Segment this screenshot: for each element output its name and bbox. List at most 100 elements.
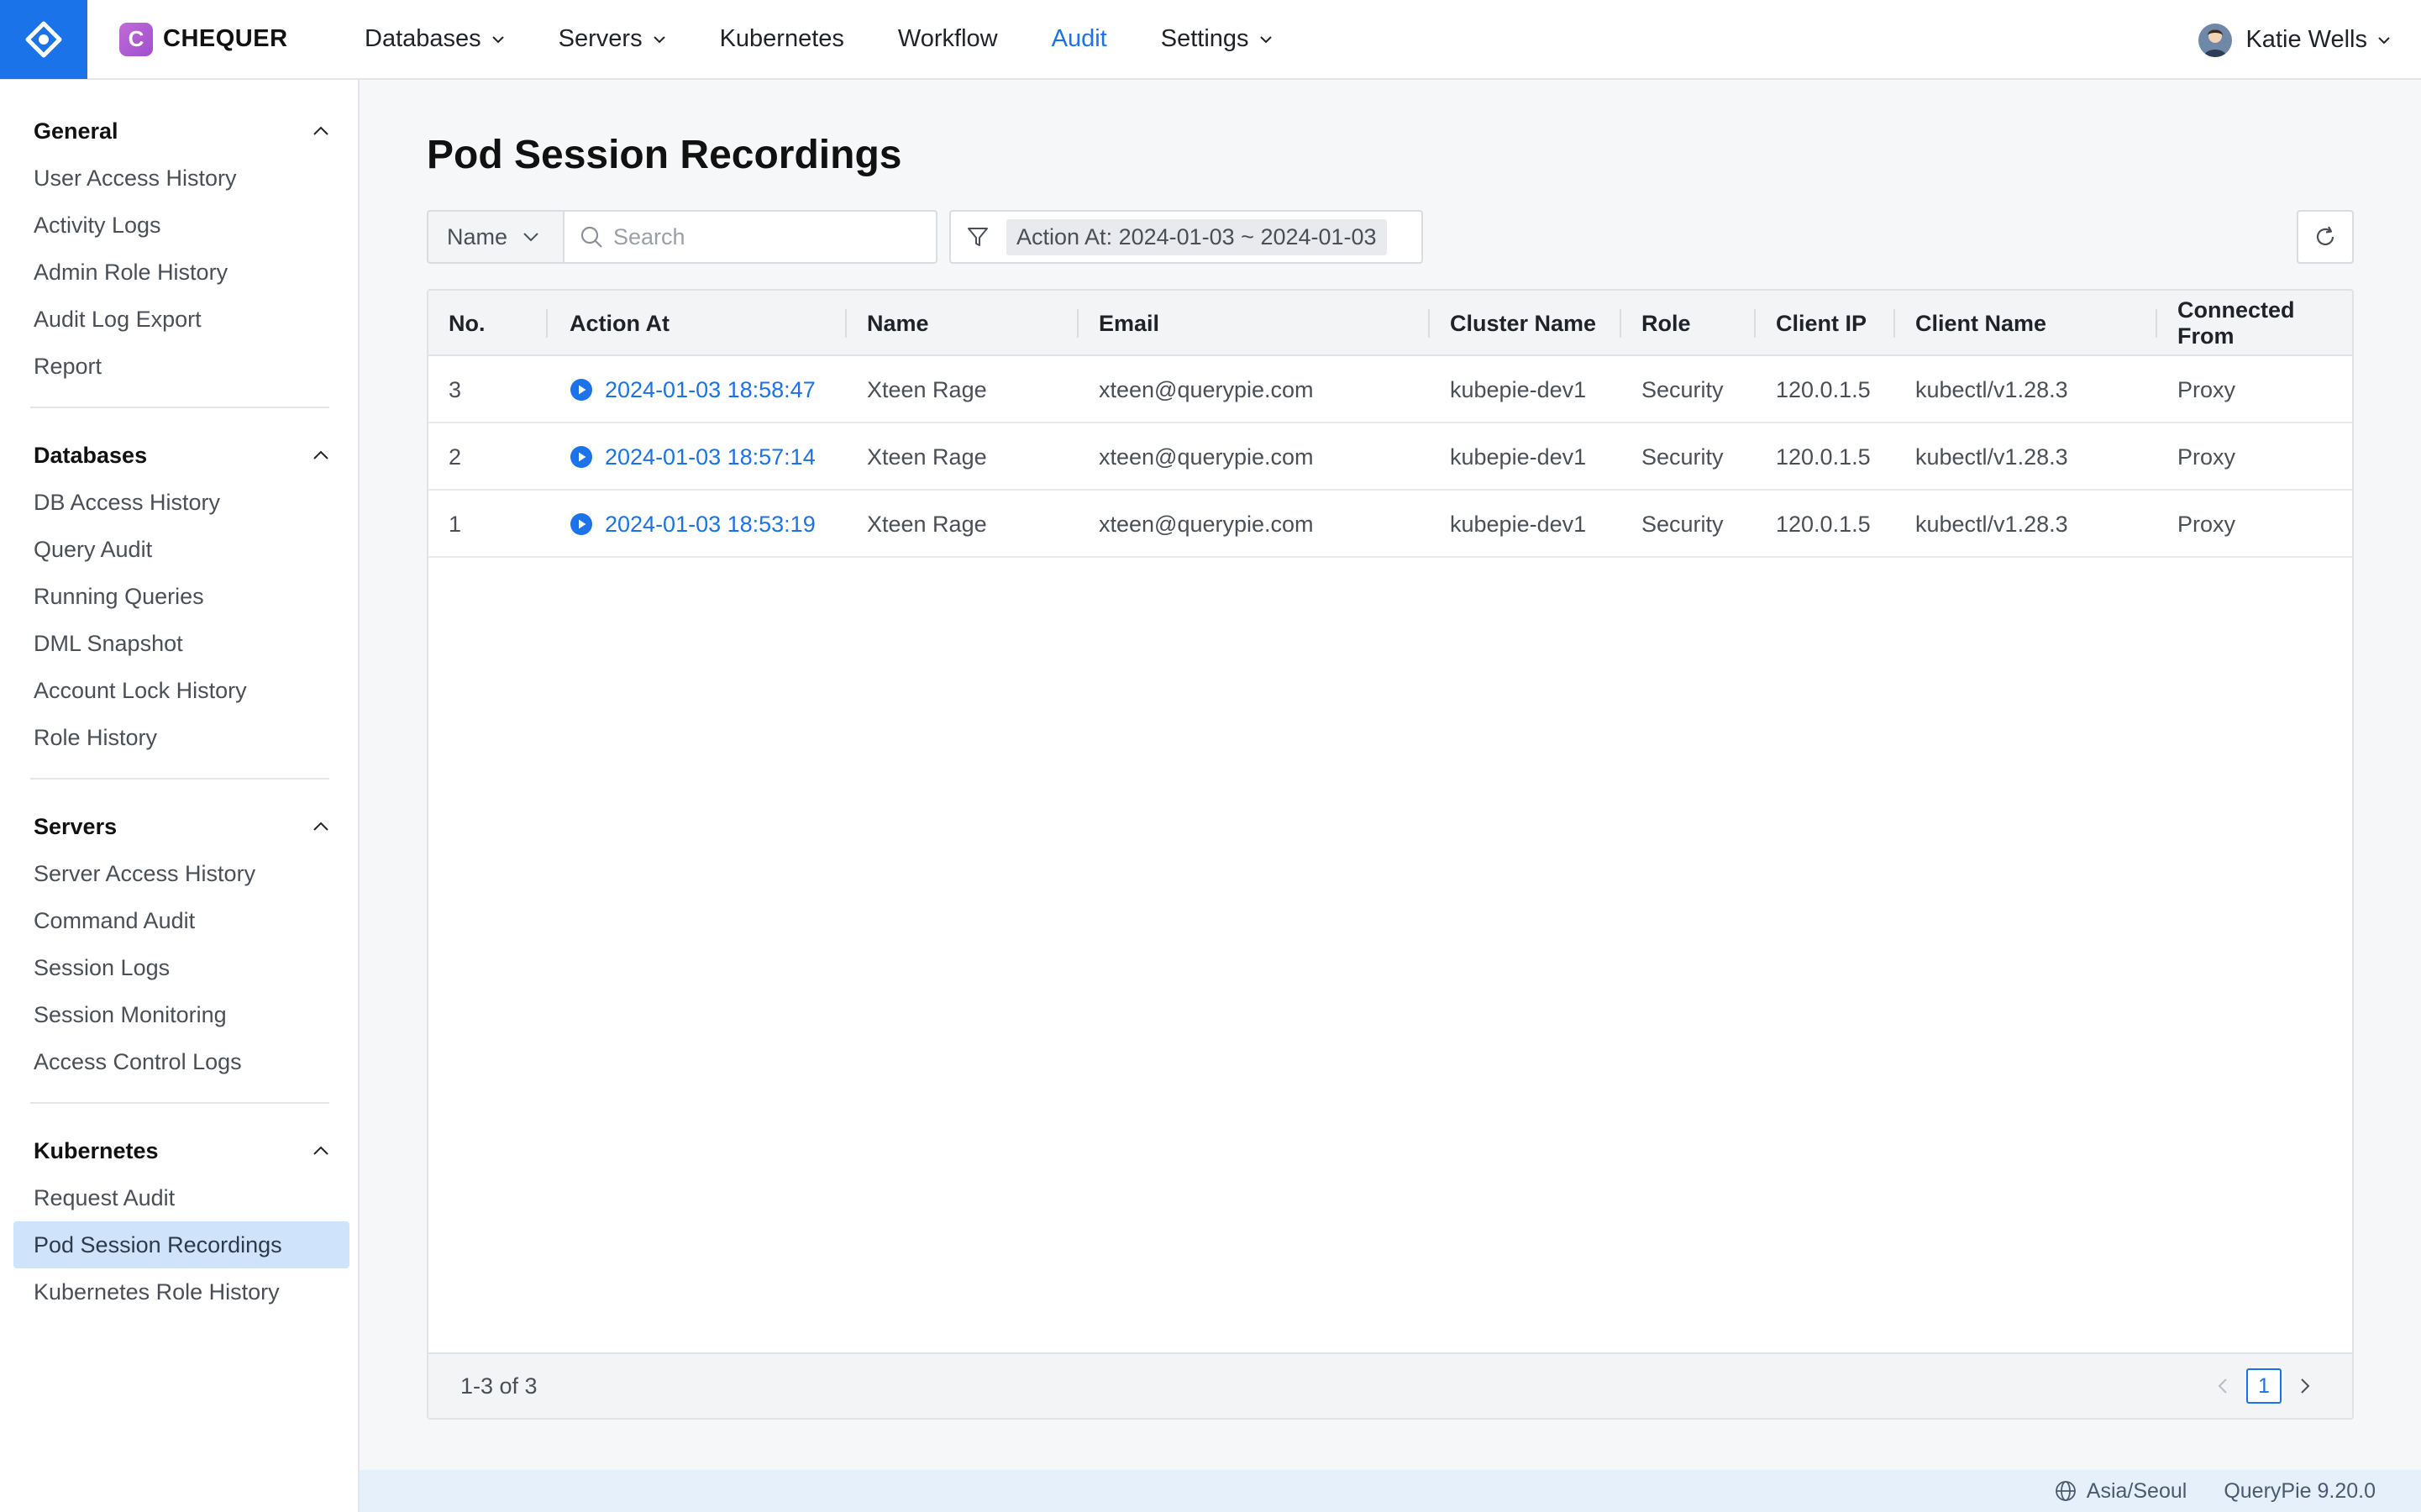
sidebar-divider <box>30 1102 329 1104</box>
column-divider[interactable] <box>2156 309 2157 338</box>
nav-databases-label: Databases <box>365 25 481 52</box>
nav-workflow[interactable]: Workflow <box>898 0 998 79</box>
table-row[interactable]: 2 2024-01-03 18:57:14 Xteen Rage xteen@q… <box>428 423 2352 491</box>
column-header-name[interactable]: Name <box>867 291 929 356</box>
chevron-down-icon <box>523 232 539 242</box>
sidebar-divider <box>30 778 329 780</box>
sidebar-item-audit-log-export[interactable]: Audit Log Export <box>34 296 329 343</box>
sidebar-item-report[interactable]: Report <box>34 343 329 390</box>
sidebar-item-server-access-history[interactable]: Server Access History <box>34 850 329 897</box>
nav-servers[interactable]: Servers <box>559 0 666 79</box>
column-divider[interactable] <box>1428 309 1430 338</box>
column-header-cluster-name[interactable]: Cluster Name <box>1450 291 1596 356</box>
sidebar-section-databases: Databases DB Access History Query Audit … <box>0 432 358 761</box>
sidebar-item-query-audit[interactable]: Query Audit <box>34 526 329 573</box>
recordings-table: No. Action At Name Email Cluster Name Ro… <box>427 289 2354 1420</box>
sidebar-item-session-logs[interactable]: Session Logs <box>34 944 329 991</box>
column-divider[interactable] <box>1754 309 1756 338</box>
sidebar-item-session-monitoring[interactable]: Session Monitoring <box>34 991 329 1038</box>
sidebar-item-command-audit[interactable]: Command Audit <box>34 897 329 944</box>
sidebar-item-account-lock-history[interactable]: Account Lock History <box>34 667 329 714</box>
column-header-client-name[interactable]: Client Name <box>1915 291 2046 356</box>
nav-kubernetes[interactable]: Kubernetes <box>720 0 844 79</box>
cell-client-ip: 120.0.1.5 <box>1776 444 1871 470</box>
table-row[interactable]: 1 2024-01-03 18:53:19 Xteen Rage xteen@q… <box>428 491 2352 558</box>
sidebar-section-header-servers[interactable]: Servers <box>34 803 329 850</box>
pagination: 1 <box>2206 1368 2322 1404</box>
cell-role: Security <box>1641 444 1724 470</box>
sidebar-section-header-databases[interactable]: Databases <box>34 432 329 479</box>
nav-databases[interactable]: Databases <box>365 0 505 79</box>
sidebar-item-user-access-history[interactable]: User Access History <box>34 155 329 202</box>
cell-name: Xteen Rage <box>867 511 987 537</box>
sidebar-divider <box>30 407 329 408</box>
chevron-right-icon <box>2301 1378 2310 1394</box>
next-page-button[interactable] <box>2288 1369 2322 1403</box>
play-icon <box>570 445 593 469</box>
sidebar-section-title: Servers <box>34 813 118 839</box>
sidebar-item-pod-session-recordings[interactable]: Pod Session Recordings <box>13 1221 349 1268</box>
workspace-brand[interactable]: C CHEQUER <box>119 22 365 56</box>
sidebar-section-title: Databases <box>34 442 148 468</box>
column-divider[interactable] <box>546 309 548 338</box>
avatar <box>2198 23 2233 57</box>
cell-role: Security <box>1641 376 1724 402</box>
cell-action-at-link[interactable]: 2024-01-03 18:58:47 <box>570 356 816 423</box>
search-field-select[interactable]: Name <box>427 210 565 264</box>
sidebar-item-running-queries[interactable]: Running Queries <box>34 573 329 620</box>
sidebar-item-access-control-logs[interactable]: Access Control Logs <box>34 1038 329 1085</box>
cell-client-name: kubectl/v1.28.3 <box>1915 444 2068 470</box>
sidebar-item-kubernetes-role-history[interactable]: Kubernetes Role History <box>34 1268 329 1315</box>
chevron-left-icon <box>2218 1378 2227 1394</box>
cell-no: 2 <box>449 444 462 470</box>
column-header-action-at[interactable]: Action At <box>570 291 670 356</box>
table-row[interactable]: 3 2024-01-03 18:58:47 Xteen Rage xteen@q… <box>428 356 2352 423</box>
column-header-connected-from[interactable]: Connected From <box>2177 291 2352 356</box>
toolbar: Name Action At: 2024-01-03 ~ 2024-01-03 <box>427 210 2354 264</box>
cell-email: xteen@querypie.com <box>1099 376 1314 402</box>
cell-action-at-link[interactable]: 2024-01-03 18:53:19 <box>570 491 816 558</box>
filter-chip-action-at[interactable]: Action At: 2024-01-03 ~ 2024-01-03 <box>1006 218 1387 255</box>
user-name: Katie Wells <box>2245 26 2367 53</box>
column-divider[interactable] <box>1893 309 1895 338</box>
nav-audit-label: Audit <box>1051 25 1107 52</box>
sidebar-section-header-kubernetes[interactable]: Kubernetes <box>34 1127 329 1174</box>
cell-email: xteen@querypie.com <box>1099 511 1314 537</box>
column-divider[interactable] <box>1620 309 1621 338</box>
sidebar-section-header-general[interactable]: General <box>34 108 329 155</box>
column-header-no[interactable]: No. <box>449 291 486 356</box>
sidebar-section-kubernetes: Kubernetes Request Audit Pod Session Rec… <box>0 1127 358 1315</box>
nav-audit[interactable]: Audit <box>1052 0 1107 79</box>
sidebar-item-dml-snapshot[interactable]: DML Snapshot <box>34 620 329 667</box>
sidebar-item-admin-role-history[interactable]: Admin Role History <box>34 249 329 296</box>
page-number-button[interactable]: 1 <box>2246 1368 2282 1404</box>
cell-action-at-link[interactable]: 2024-01-03 18:57:14 <box>570 423 816 491</box>
nav-settings[interactable]: Settings <box>1161 0 1273 79</box>
search-input[interactable] <box>613 223 916 250</box>
main-nav: Databases Servers Kubernetes Workflow Au… <box>365 0 1326 79</box>
prev-page-button[interactable] <box>2206 1369 2240 1403</box>
column-header-client-ip[interactable]: Client IP <box>1776 291 1867 356</box>
action-at-text: 2024-01-03 18:58:47 <box>605 376 816 402</box>
cell-no: 1 <box>449 511 462 537</box>
sidebar-item-activity-logs[interactable]: Activity Logs <box>34 202 329 249</box>
user-menu[interactable]: Katie Wells <box>2198 0 2391 80</box>
refresh-button[interactable] <box>2297 210 2354 264</box>
column-divider[interactable] <box>1077 309 1079 338</box>
cell-no: 3 <box>449 376 462 402</box>
filter-box[interactable]: Action At: 2024-01-03 ~ 2024-01-03 <box>949 210 1423 264</box>
sidebar-item-request-audit[interactable]: Request Audit <box>34 1174 329 1221</box>
timezone-indicator[interactable]: Asia/Seoul <box>2055 1479 2187 1504</box>
search-icon <box>580 226 602 248</box>
chevron-up-icon <box>313 1146 328 1155</box>
column-divider[interactable] <box>845 309 847 338</box>
column-header-role[interactable]: Role <box>1641 291 1691 356</box>
app-logo-button[interactable] <box>0 0 87 79</box>
nav-settings-label: Settings <box>1160 25 1249 52</box>
querypie-logo-icon <box>25 21 62 57</box>
play-icon <box>570 378 593 402</box>
sidebar-item-db-access-history[interactable]: DB Access History <box>34 479 329 526</box>
cell-connected-from: Proxy <box>2177 511 2236 537</box>
sidebar-item-role-history[interactable]: Role History <box>34 714 329 761</box>
column-header-email[interactable]: Email <box>1099 291 1159 356</box>
